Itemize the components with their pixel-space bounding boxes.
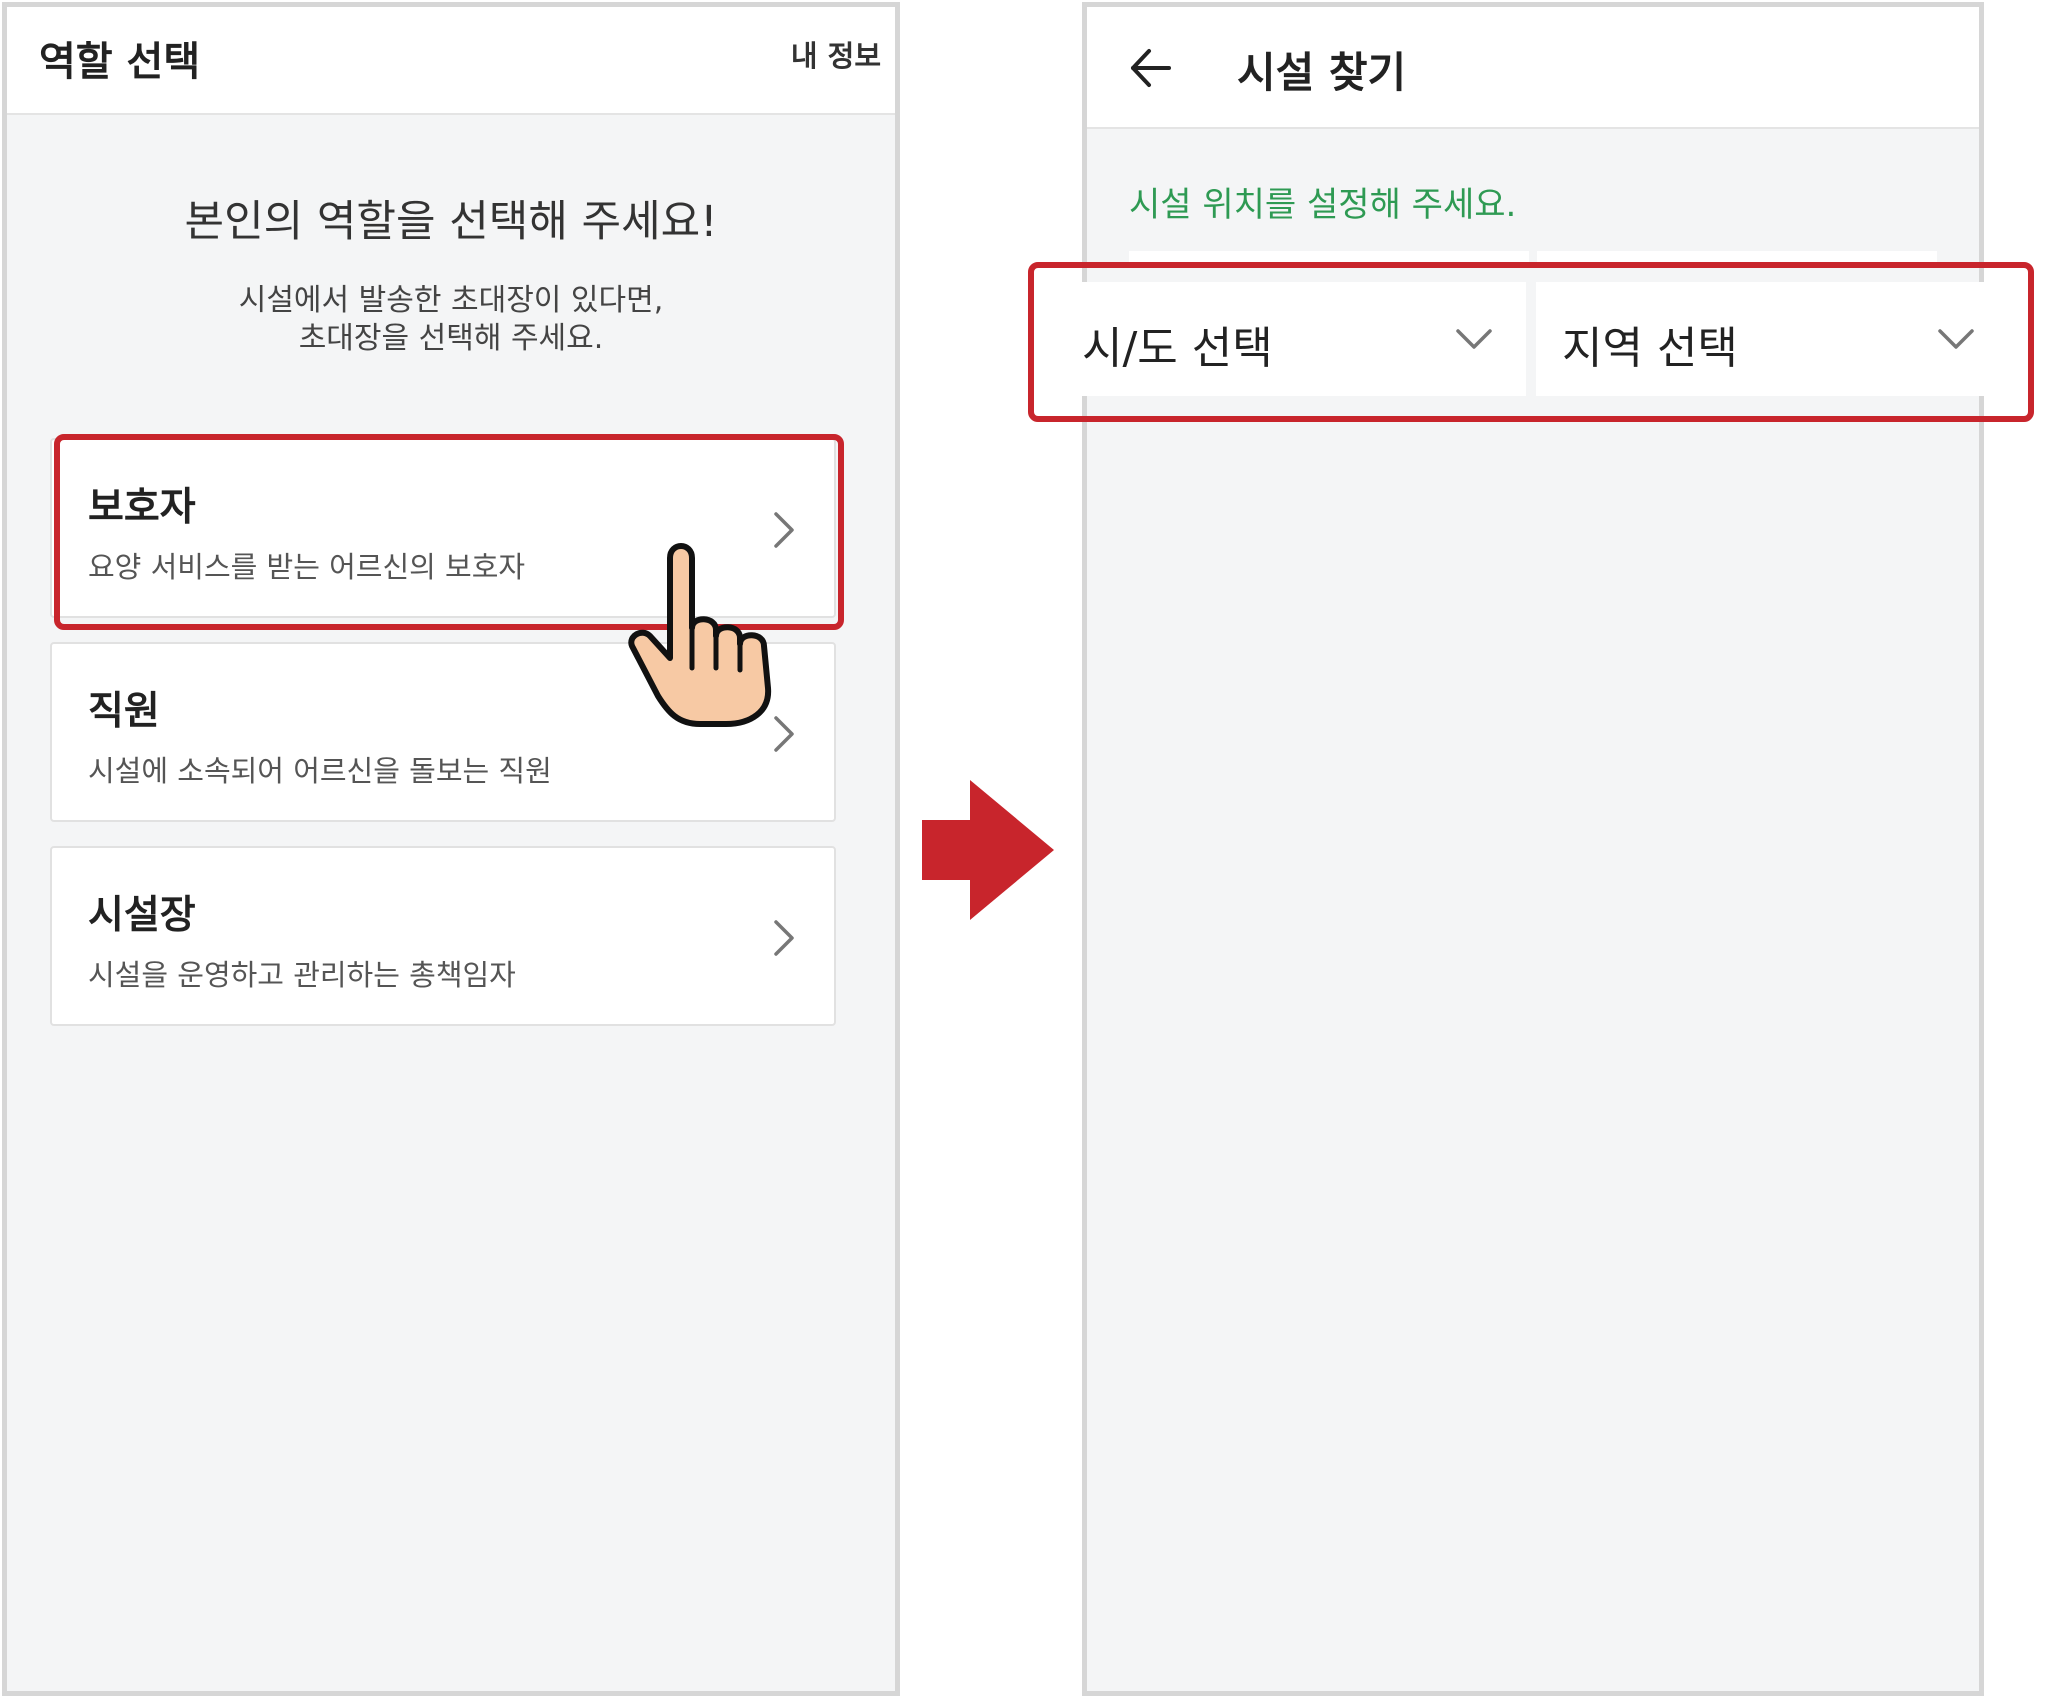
page-title: 역할 선택 <box>39 39 201 85</box>
right-arrow-icon <box>922 780 1054 920</box>
app-bar: 시설 찾기 <box>1087 7 1979 129</box>
role-description: 시설을 운영하고 관리하는 총책임자 <box>88 958 516 992</box>
facility-search-screen: 시설 찾기 시설 위치를 설정해 주세요. <box>1082 2 1984 1696</box>
region-select-label: 지역 선택 <box>1562 323 1738 374</box>
role-description: 요양 서비스를 받는 어르신의 보호자 <box>88 550 526 584</box>
role-title: 시설장 <box>88 893 196 938</box>
role-title: 보호자 <box>88 485 196 530</box>
region-select[interactable]: 지역 선택 <box>1536 282 2008 396</box>
role-card-director[interactable]: 시설장 시설을 운영하고 관리하는 총책임자 <box>50 846 836 1026</box>
province-select[interactable]: 시/도 선택 <box>1056 282 1526 396</box>
my-info-button[interactable]: 내 정보 <box>791 33 881 75</box>
province-select-label: 시/도 선택 <box>1082 323 1273 374</box>
back-arrow-icon[interactable] <box>1123 41 1177 95</box>
select-underlay <box>1129 251 1529 263</box>
chevron-down-icon <box>1456 329 1492 349</box>
chevron-right-icon <box>774 920 794 956</box>
role-title: 직원 <box>88 689 160 734</box>
role-heading: 본인의 역할을 선택해 주세요! <box>184 197 718 247</box>
page-title: 시설 찾기 <box>1237 48 1407 97</box>
chevron-down-icon <box>1938 329 1974 349</box>
pointing-hand-icon <box>628 543 772 727</box>
role-description: 시설에 소속되어 어르신을 돌보는 직원 <box>88 754 552 788</box>
select-underlay <box>1537 251 1937 263</box>
location-prompt: 시설 위치를 설정해 주세요. <box>1129 185 1517 225</box>
invite-hint-line-2: 초대장을 선택해 주세요. <box>298 321 604 356</box>
app-bar: 역할 선택 내 정보 <box>7 7 895 115</box>
